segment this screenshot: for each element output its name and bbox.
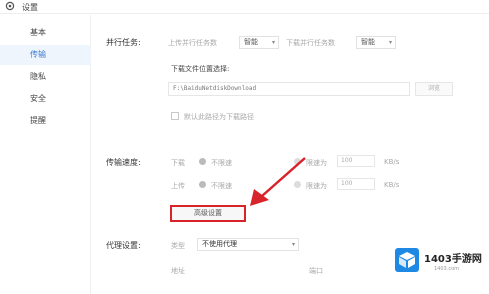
proxy-type-select[interactable]: 不使用代理 ▾ — [197, 238, 299, 251]
speed-section-label: 传输速度: — [106, 158, 141, 167]
default-path-checkbox-label: 默认此路径为下载路径 — [184, 113, 254, 121]
upload-parallel-select[interactable]: 智能 ▾ — [239, 36, 279, 49]
sidebar-item-transfer[interactable]: 传输 — [0, 45, 91, 65]
chevron-down-icon: ▾ — [291, 241, 295, 248]
upload-limit-input[interactable]: 100 — [337, 178, 375, 190]
upload-unit: KB/s — [384, 181, 400, 189]
proxy-type-label: 类型 — [171, 242, 185, 250]
download-limit-input[interactable]: 100 — [337, 155, 375, 167]
download-unit: KB/s — [384, 158, 400, 166]
title-bar: 设置 — [0, 0, 489, 14]
proxy-port-label: 端口 — [309, 267, 323, 275]
upload-limit-label: 限速为 — [306, 182, 327, 190]
upload-unlimited-label: 不限速 — [211, 182, 232, 190]
window-title: 设置 — [22, 3, 38, 12]
upload-parallel-label: 上传并行任务数 — [168, 39, 217, 47]
sidebar-item-basic[interactable]: 基本 — [0, 23, 91, 43]
watermark-logo — [395, 248, 419, 272]
watermark-text: 1403手游网 — [424, 254, 482, 265]
download-path-input[interactable]: F:\BaiduNetdiskDownload — [168, 82, 410, 96]
upload-speed-label: 上传 — [171, 182, 185, 190]
sidebar-item-privacy[interactable]: 隐私 — [0, 67, 91, 87]
default-path-checkbox[interactable] — [171, 112, 179, 120]
sidebar-item-reminders[interactable]: 提醒 — [0, 111, 91, 131]
proxy-section-label: 代理设置: — [106, 241, 141, 250]
upload-limit-radio[interactable] — [294, 181, 301, 188]
download-location-label: 下载文件位置选择: — [171, 65, 230, 73]
download-limit-radio[interactable] — [294, 158, 301, 165]
upload-unlimited-radio[interactable] — [199, 181, 206, 188]
download-parallel-select[interactable]: 智能 ▾ — [356, 36, 396, 49]
watermark-subtext: 1403.com — [434, 266, 459, 272]
proxy-address-label: 地址 — [171, 267, 185, 275]
sidebar-item-security[interactable]: 安全 — [0, 89, 91, 109]
download-speed-label: 下载 — [171, 159, 185, 167]
download-unlimited-radio[interactable] — [199, 158, 206, 165]
download-unlimited-label: 不限速 — [211, 159, 232, 167]
parallel-section-label: 并行任务: — [106, 38, 141, 47]
advanced-settings-button[interactable]: 高级设置 — [170, 205, 246, 222]
download-limit-label: 限速为 — [306, 159, 327, 167]
download-parallel-label: 下载并行任务数 — [286, 39, 335, 47]
sidebar: 基本 传输 隐私 安全 提醒 — [0, 15, 91, 294]
browse-button[interactable]: 浏览 — [415, 82, 453, 96]
gear-icon — [5, 1, 15, 11]
chevron-down-icon: ▾ — [388, 39, 392, 46]
chevron-down-icon: ▾ — [271, 39, 275, 46]
